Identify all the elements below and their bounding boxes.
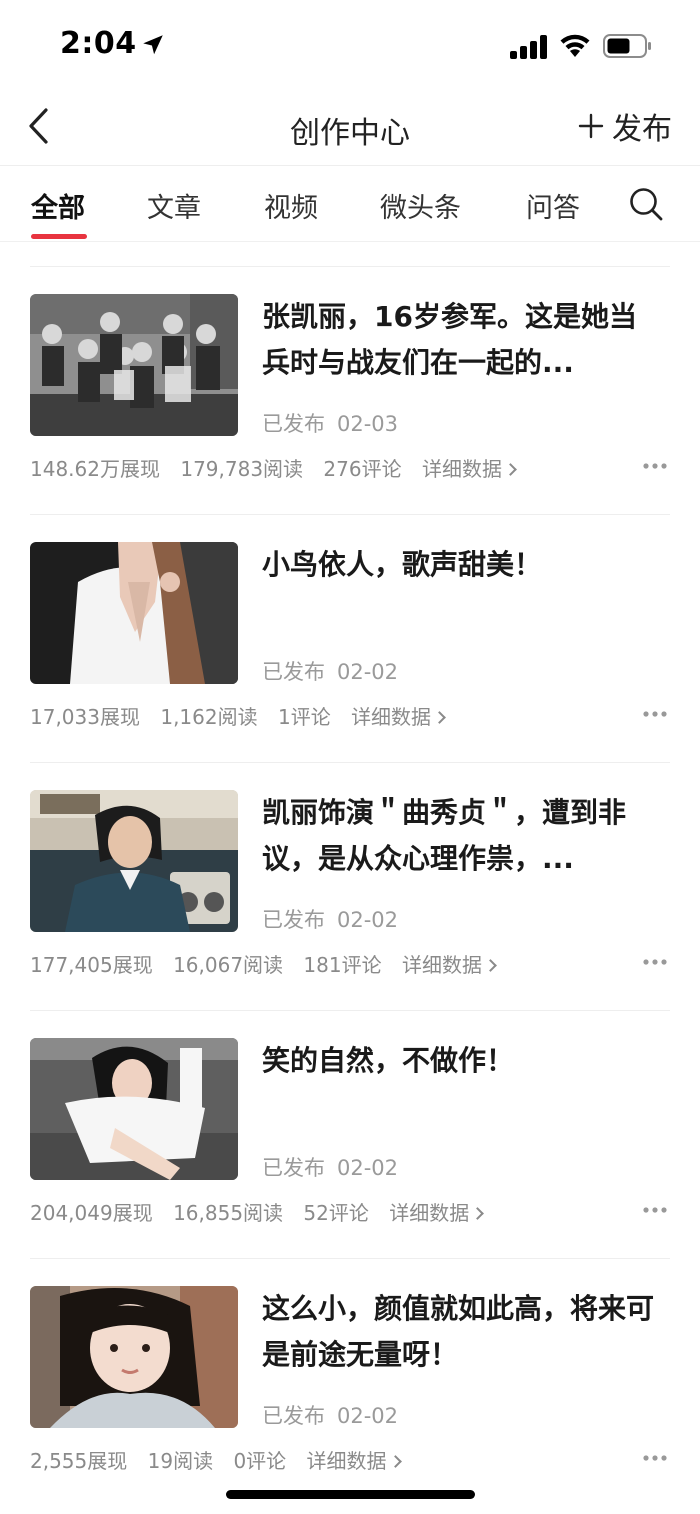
chevron-right-icon (471, 1207, 485, 1220)
status-label: 已发布 (262, 660, 325, 684)
more-options-icon[interactable] (642, 1454, 668, 1462)
publish-status: 已发布 02-02 (262, 656, 398, 686)
publish-date: 02-02 (337, 1404, 399, 1428)
cellular-signal-icon (510, 33, 550, 59)
status-time: 2:04 (60, 26, 137, 61)
location-arrow-icon (143, 35, 163, 55)
reads-count: 19阅读 (147, 1449, 214, 1473)
tab-micro-posts[interactable]: 微头条 (380, 186, 461, 225)
home-indicator[interactable] (226, 1490, 475, 1499)
publish-label: 发布 (612, 112, 672, 147)
detail-data-link[interactable]: 详细数据 (422, 457, 517, 481)
status-label: 已发布 (262, 908, 325, 932)
status-label: 已发布 (262, 1156, 325, 1180)
more-options-icon[interactable] (642, 710, 668, 718)
plus-icon (578, 113, 604, 139)
comments-count: 0评论 (233, 1449, 287, 1473)
tab-articles[interactable]: 文章 (147, 186, 201, 225)
publish-date: 02-02 (337, 908, 399, 932)
item-title[interactable]: 小鸟依人，歌声甜美！ (262, 542, 662, 588)
comments-count: 276评论 (323, 457, 402, 481)
more-options-icon[interactable] (642, 1206, 668, 1214)
reads-count: 1,162阅读 (160, 705, 258, 729)
thumbnail-image (30, 1286, 238, 1428)
publish-status: 已发布 02-02 (262, 1152, 398, 1182)
publish-button[interactable]: 发布 (578, 106, 672, 147)
chevron-right-icon (433, 711, 446, 724)
tab-qa[interactable]: 问答 (526, 186, 580, 225)
comments-count: 1评论 (277, 705, 331, 729)
wifi-icon (560, 34, 590, 57)
impressions-count: 204,049展现 (30, 1201, 153, 1225)
search-icon[interactable] (628, 186, 664, 222)
detail-data-link[interactable]: 详细数据 (351, 705, 446, 729)
reads-count: 16,855阅读 (173, 1201, 284, 1225)
impressions-count: 148.62万展现 (30, 457, 160, 481)
more-options-icon[interactable] (642, 958, 668, 966)
thumbnail-image (30, 294, 238, 436)
status-label: 已发布 (262, 1404, 325, 1428)
chevron-right-icon (388, 1455, 402, 1468)
tab-bar: 全部 文章 视频 微头条 问答 (0, 166, 700, 242)
comments-count: 181评论 (303, 953, 382, 977)
thumbnail-image (30, 790, 238, 932)
item-stats: 17,033展现 1,162阅读 1评论 详细数据 (30, 701, 458, 730)
content-item[interactable]: 张凯丽，16岁参军。这是她当兵时与战友们在一起的... 已发布 02-03 148… (0, 266, 700, 514)
battery-icon (603, 34, 651, 58)
detail-data-link[interactable]: 详细数据 (307, 1449, 402, 1473)
content-item[interactable]: 笑的自然，不做作！ 已发布 02-02 204,049展现 16,855阅读 52… (0, 1010, 700, 1258)
tab-all[interactable]: 全部 (31, 186, 85, 225)
reads-count: 16,067阅读 (173, 953, 284, 977)
publish-date: 02-02 (337, 1156, 399, 1180)
impressions-count: 17,033展现 (30, 705, 140, 729)
thumbnail-image (30, 1038, 238, 1180)
chevron-right-icon (484, 959, 497, 972)
detail-data-link[interactable]: 详细数据 (402, 953, 497, 977)
more-options-icon[interactable] (642, 462, 668, 470)
content-item[interactable]: 小鸟依人，歌声甜美！ 已发布 02-02 17,033展现 1,162阅读 1评论… (0, 514, 700, 762)
nav-bar: 创作中心 发布 (0, 90, 700, 166)
content-item[interactable]: 凯丽饰演＂曲秀贞＂，遭到非议，是从众心理作祟，... 已发布 02-02 177,… (0, 762, 700, 1010)
impressions-count: 2,555展现 (30, 1449, 128, 1473)
item-stats: 148.62万展现 179,783阅读 276评论 详细数据 (30, 453, 529, 482)
thumbnail-image (30, 542, 238, 684)
item-stats: 177,405展现 16,067阅读 181评论 详细数据 (30, 949, 509, 978)
reads-count: 179,783阅读 (180, 457, 304, 481)
item-title[interactable]: 张凯丽，16岁参军。这是她当兵时与战友们在一起的... (262, 294, 662, 386)
publish-date: 02-03 (337, 412, 399, 436)
active-tab-indicator (31, 234, 87, 239)
content-item[interactable]: 这么小，颜值就如此高，将来可是前途无量呀！ 已发布 02-02 2,555展现 1… (0, 1258, 700, 1506)
item-stats: 2,555展现 19阅读 0评论 详细数据 (30, 1445, 414, 1474)
publish-date: 02-02 (337, 660, 399, 684)
status-bar: 2:04 (0, 0, 700, 90)
comments-count: 52评论 (303, 1201, 369, 1225)
item-title[interactable]: 笑的自然，不做作！ (262, 1038, 662, 1084)
status-label: 已发布 (262, 412, 325, 436)
chevron-right-icon (504, 463, 517, 476)
publish-status: 已发布 02-02 (262, 1400, 398, 1430)
item-title[interactable]: 这么小，颜值就如此高，将来可是前途无量呀！ (262, 1286, 662, 1378)
impressions-count: 177,405展现 (30, 953, 153, 977)
publish-status: 已发布 02-03 (262, 408, 398, 438)
publish-status: 已发布 02-02 (262, 904, 398, 934)
item-title[interactable]: 凯丽饰演＂曲秀贞＂，遭到非议，是从众心理作祟，... (262, 790, 662, 882)
detail-data-link[interactable]: 详细数据 (389, 1201, 485, 1225)
tab-videos[interactable]: 视频 (264, 186, 318, 225)
item-stats: 204,049展现 16,855阅读 52评论 详细数据 (30, 1197, 496, 1226)
